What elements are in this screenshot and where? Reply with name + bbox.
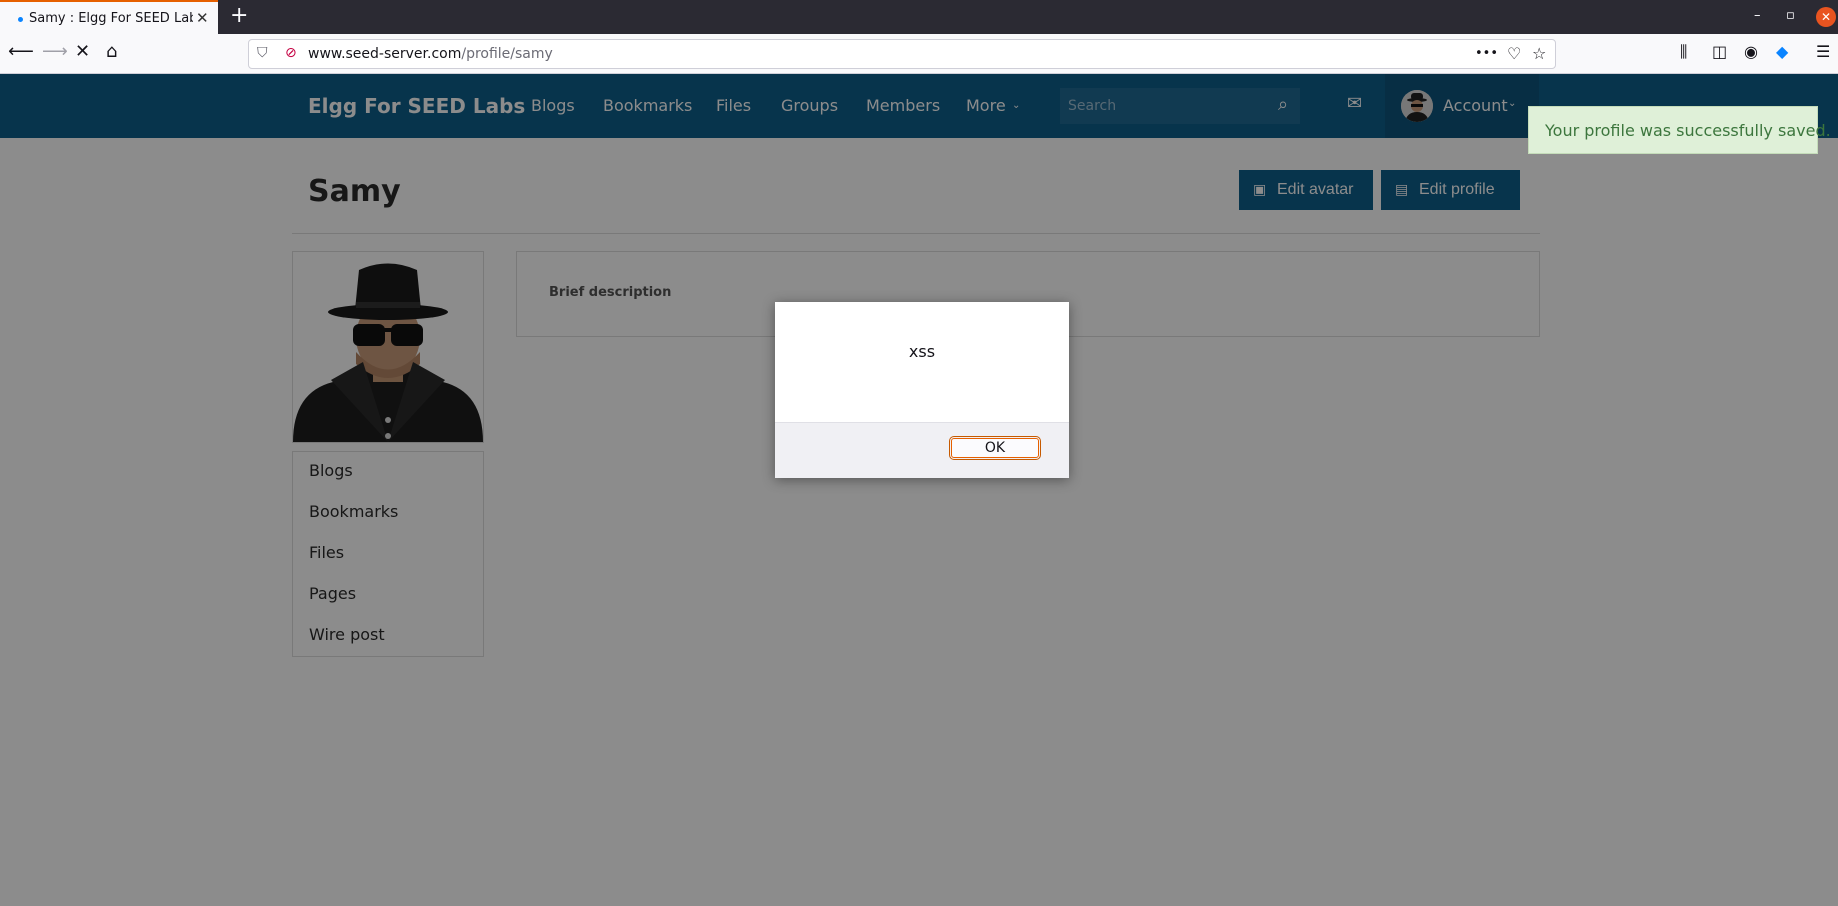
new-tab-button[interactable]: +: [230, 4, 248, 28]
page-content: Elgg For SEED Labs Blogs Bookmarks Files…: [0, 74, 1838, 906]
window-close-icon[interactable]: ✕: [1816, 7, 1836, 27]
tab-title: Samy : Elgg For SEED Labs: [29, 11, 193, 26]
bookmark-star-icon[interactable]: ☆: [1532, 44, 1546, 63]
tab-close-icon[interactable]: ✕: [196, 10, 209, 26]
modal-overlay: [0, 74, 1838, 906]
shield-icon[interactable]: ⛉: [257, 45, 268, 61]
url-text[interactable]: www.seed-server.com/profile/samy: [308, 46, 553, 62]
url-bar[interactable]: ⛉ ⊘ www.seed-server.com/profile/samy •••…: [248, 39, 1556, 69]
browser-tab[interactable]: Samy : Elgg For SEED Labs ✕: [0, 0, 218, 34]
alert-dialog: xss OK: [775, 302, 1069, 478]
browser-nav-bar: ⟵ ⟶ ✕ ⌂ ⛉ ⊘ www.seed-server.com/profile/…: [0, 34, 1838, 74]
success-toast[interactable]: Your profile was successfully saved.: [1528, 106, 1831, 154]
toast-message: Your profile was successfully saved.: [1545, 121, 1831, 140]
stop-icon[interactable]: ✕: [75, 41, 90, 63]
account-icon[interactable]: ◉: [1744, 41, 1758, 63]
extension-icon[interactable]: ◆: [1776, 41, 1788, 63]
back-icon[interactable]: ⟵: [8, 41, 34, 63]
alert-message: xss: [908, 342, 936, 361]
hamburger-menu-icon[interactable]: ☰: [1816, 41, 1830, 63]
alert-footer: OK: [775, 422, 1069, 478]
library-icon[interactable]: ⫼: [1680, 41, 1687, 63]
browser-tab-bar: Samy : Elgg For SEED Labs ✕ + – ▫ ✕: [0, 0, 1838, 34]
restore-icon[interactable]: ▫: [1786, 8, 1795, 24]
minimize-icon[interactable]: –: [1754, 8, 1761, 24]
ok-button[interactable]: OK: [949, 436, 1041, 460]
page-actions-icon[interactable]: •••: [1475, 46, 1498, 61]
insecure-lock-icon[interactable]: ⊘: [285, 45, 297, 61]
pocket-icon[interactable]: ♡: [1507, 44, 1521, 63]
sidebar-icon[interactable]: ◫: [1712, 41, 1727, 63]
loading-dot-icon: [18, 17, 23, 22]
home-icon[interactable]: ⌂: [106, 41, 117, 63]
forward-icon[interactable]: ⟶: [42, 41, 68, 63]
